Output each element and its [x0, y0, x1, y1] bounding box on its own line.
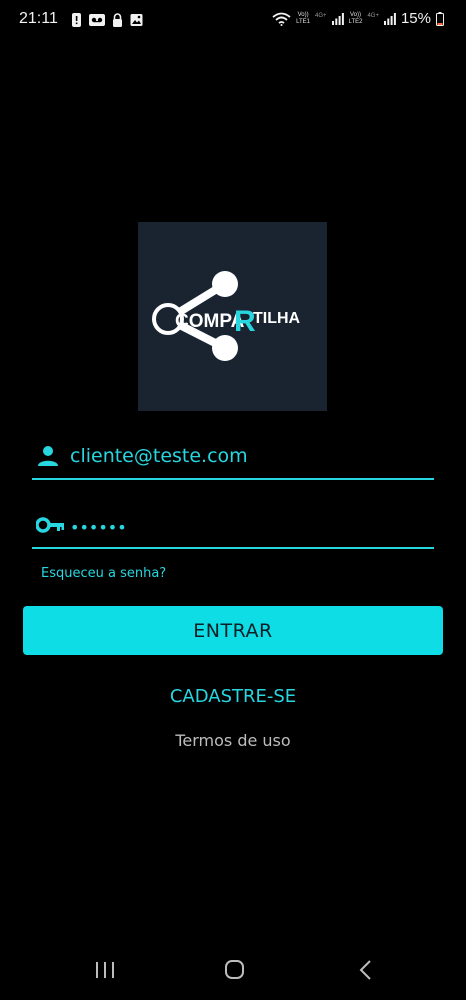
- password-input[interactable]: [70, 511, 430, 543]
- sim1-tech: 4G+: [315, 12, 327, 19]
- sim2-tech: 4G+: [367, 12, 379, 19]
- battery-icon: [436, 11, 444, 26]
- email-field[interactable]: [32, 434, 434, 480]
- person-icon: [38, 446, 58, 466]
- lock-icon: [113, 13, 122, 27]
- back-icon[interactable]: [352, 957, 382, 983]
- notification-icons: [70, 13, 143, 27]
- entrar-button[interactable]: ENTRAR: [23, 606, 443, 655]
- share-logo-icon: COMPA R TILHA: [152, 271, 301, 361]
- alert-icon: [72, 13, 81, 27]
- image-icon: [130, 14, 143, 26]
- status-right: Vo)) LTE1 4G+ Vo)) LTE2 4G+ 15%: [272, 10, 444, 27]
- status-time: 21:11: [19, 10, 58, 27]
- key-icon: [36, 517, 64, 533]
- logo-text-right: TILHA: [253, 310, 301, 327]
- recent-apps-icon[interactable]: [90, 957, 120, 983]
- terms-of-use-link[interactable]: Termos de uso: [0, 731, 466, 750]
- voicemail-icon: [89, 14, 105, 26]
- signal-icon: [331, 12, 344, 25]
- sim1-label: Vo)) LTE1: [296, 11, 311, 25]
- forgot-password-link[interactable]: Esqueceu a senha?: [41, 566, 166, 581]
- signal-icon: [383, 12, 396, 25]
- password-field[interactable]: [32, 503, 434, 549]
- home-icon[interactable]: [220, 957, 250, 983]
- wifi-icon: [272, 12, 291, 26]
- sim2-label: Vo)) LTE2: [348, 11, 363, 25]
- status-bar: 21:11 Vo)) LTE1 4G+ Vo)) LTE2 4G+ 15%: [0, 0, 466, 40]
- battery-percent: 15%: [400, 10, 431, 27]
- email-input[interactable]: [70, 440, 430, 472]
- app-logo: COMPA R TILHA: [138, 222, 327, 411]
- register-link[interactable]: CADASTRE-SE: [0, 686, 466, 707]
- system-nav-bar: [0, 945, 466, 995]
